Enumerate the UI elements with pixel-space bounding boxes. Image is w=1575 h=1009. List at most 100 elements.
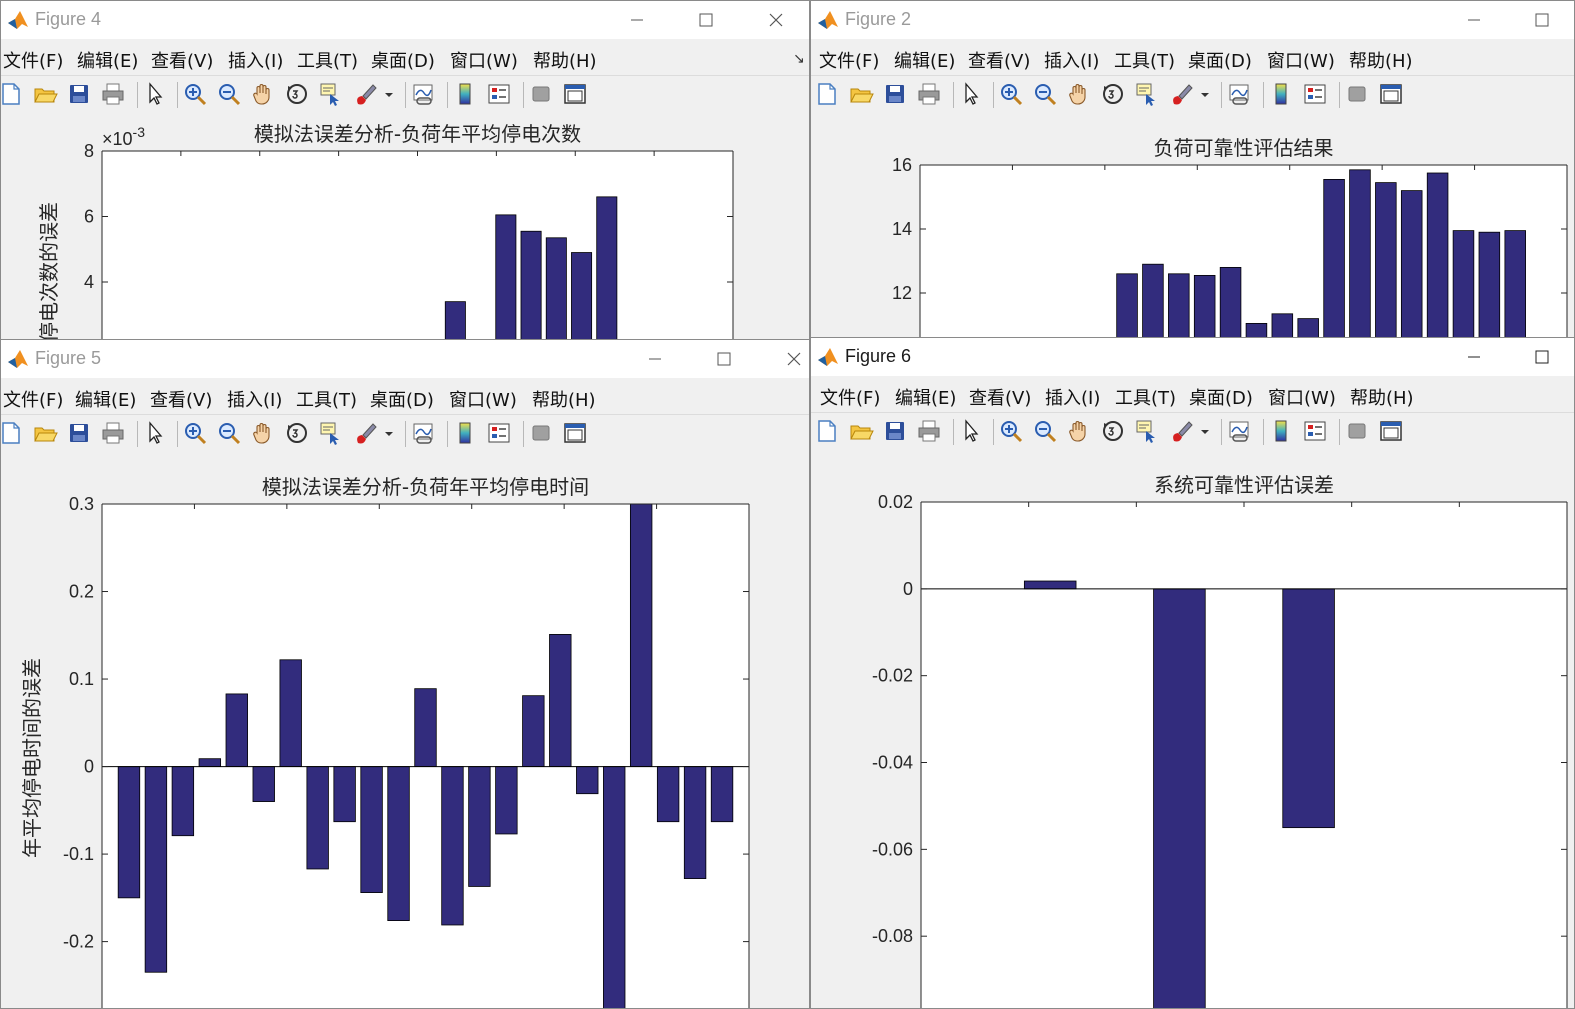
menu-file[interactable]: 文件(F)	[820, 384, 880, 410]
open-file-button[interactable]	[32, 81, 58, 107]
open-file-button[interactable]	[848, 418, 874, 444]
print-button[interactable]	[100, 81, 126, 107]
menu-window[interactable]: 窗口(W)	[1268, 384, 1336, 410]
colorbar-button[interactable]	[1268, 81, 1294, 107]
zoom-in-button[interactable]	[998, 81, 1024, 107]
menu-tools[interactable]: 工具(T)	[1114, 47, 1175, 73]
brush-dropdown-button[interactable]	[376, 81, 402, 107]
menu-edit[interactable]: 编辑(E)	[895, 384, 956, 410]
zoom-out-button[interactable]	[1032, 418, 1058, 444]
print-button[interactable]	[916, 81, 942, 107]
dock-arrow-icon[interactable]: ↘	[793, 51, 805, 67]
brush-dropdown-button[interactable]	[1192, 81, 1218, 107]
menu-window[interactable]: 窗口(W)	[1267, 47, 1335, 73]
legend-button[interactable]	[1302, 81, 1328, 107]
menu-insert[interactable]: 插入(I)	[1045, 384, 1100, 410]
figure-window-6[interactable]: Figure 6 文件(F) 编辑(E) 查看(V) 插入(I) 工具(T) 桌…	[810, 337, 1575, 1009]
close-button[interactable]	[756, 5, 796, 35]
menu-insert[interactable]: 插入(I)	[1044, 47, 1099, 73]
pan-hand-button[interactable]	[1066, 418, 1092, 444]
menu-window[interactable]: 窗口(W)	[450, 47, 518, 73]
figure-window-5[interactable]: Figure 5 文件(F) 编辑(E) 查看(V) 插入(I) 工具(T) 桌…	[0, 339, 810, 1009]
menu-tools[interactable]: 工具(T)	[1115, 384, 1176, 410]
brush-button[interactable]	[1168, 418, 1194, 444]
new-figure-button[interactable]	[1, 420, 24, 446]
hide-tools-button[interactable]	[1344, 418, 1370, 444]
zoom-in-button[interactable]	[182, 420, 208, 446]
dock-figure-button[interactable]	[1378, 81, 1404, 107]
print-button[interactable]	[100, 420, 126, 446]
colorbar-button[interactable]	[452, 420, 478, 446]
zoom-in-button[interactable]	[182, 81, 208, 107]
brush-dropdown-button[interactable]	[1192, 418, 1218, 444]
legend-button[interactable]	[1302, 418, 1328, 444]
menu-insert[interactable]: 插入(I)	[228, 47, 283, 73]
title-bar[interactable]: Figure 6	[811, 338, 1574, 376]
save-button[interactable]	[66, 420, 92, 446]
link-plot-button[interactable]	[410, 81, 436, 107]
pan-hand-button[interactable]	[250, 81, 276, 107]
menu-file[interactable]: 文件(F)	[3, 47, 63, 73]
dock-figure-button[interactable]	[562, 81, 588, 107]
colorbar-button[interactable]	[1268, 418, 1294, 444]
title-bar[interactable]: Figure 2	[811, 1, 1574, 39]
pointer-button[interactable]	[142, 81, 168, 107]
rotate-3d-button[interactable]	[1100, 81, 1126, 107]
open-file-button[interactable]	[848, 81, 874, 107]
menu-help[interactable]: 帮助(H)	[1350, 384, 1414, 410]
figure-window-2[interactable]: Figure 2 文件(F) 编辑(E) 查看(V) 插入(I) 工具(T) 桌…	[810, 0, 1575, 345]
brush-button[interactable]	[352, 81, 378, 107]
menu-edit[interactable]: 编辑(E)	[894, 47, 955, 73]
menu-window[interactable]: 窗口(W)	[449, 386, 517, 412]
rotate-3d-button[interactable]	[284, 420, 310, 446]
save-button[interactable]	[882, 418, 908, 444]
pointer-button[interactable]	[958, 418, 984, 444]
maximize-button[interactable]	[704, 344, 744, 374]
pan-hand-button[interactable]	[1066, 81, 1092, 107]
zoom-out-button[interactable]	[216, 81, 242, 107]
menu-view[interactable]: 查看(V)	[968, 47, 1030, 73]
zoom-out-button[interactable]	[216, 420, 242, 446]
menu-desktop[interactable]: 桌面(D)	[371, 47, 435, 73]
menu-tools[interactable]: 工具(T)	[296, 386, 357, 412]
menu-file[interactable]: 文件(F)	[3, 386, 63, 412]
maximize-button[interactable]	[1522, 5, 1562, 35]
maximize-button[interactable]	[686, 5, 726, 35]
hide-tools-button[interactable]	[528, 420, 554, 446]
menu-view[interactable]: 查看(V)	[150, 386, 212, 412]
new-figure-button[interactable]	[814, 81, 840, 107]
minimize-button[interactable]	[635, 344, 675, 374]
data-cursor-button[interactable]	[1134, 418, 1160, 444]
brush-button[interactable]	[1168, 81, 1194, 107]
new-figure-button[interactable]	[814, 418, 840, 444]
close-button[interactable]	[774, 344, 809, 374]
link-plot-button[interactable]	[1226, 418, 1252, 444]
maximize-button[interactable]	[1522, 342, 1562, 372]
menu-tools[interactable]: 工具(T)	[297, 47, 358, 73]
zoom-out-button[interactable]	[1032, 81, 1058, 107]
menu-help[interactable]: 帮助(H)	[533, 47, 597, 73]
menu-view[interactable]: 查看(V)	[969, 384, 1031, 410]
minimize-button[interactable]	[1454, 342, 1494, 372]
figure-window-4[interactable]: Figure 4 文件(F) 编辑(E) 查看(V) 插入(I) 工具(T) 桌…	[0, 0, 810, 345]
colorbar-button[interactable]	[452, 81, 478, 107]
dock-figure-button[interactable]	[1378, 418, 1404, 444]
data-cursor-button[interactable]	[318, 81, 344, 107]
title-bar[interactable]: Figure 5	[1, 340, 809, 378]
rotate-3d-button[interactable]	[1100, 418, 1126, 444]
rotate-3d-button[interactable]	[284, 81, 310, 107]
menu-desktop[interactable]: 桌面(D)	[1189, 384, 1253, 410]
minimize-button[interactable]	[617, 5, 657, 35]
data-cursor-button[interactable]	[318, 420, 344, 446]
menu-insert[interactable]: 插入(I)	[227, 386, 282, 412]
minimize-button[interactable]	[1454, 5, 1494, 35]
save-button[interactable]	[66, 81, 92, 107]
dock-figure-button[interactable]	[562, 420, 588, 446]
title-bar[interactable]: Figure 4	[1, 1, 809, 39]
legend-button[interactable]	[486, 81, 512, 107]
pan-hand-button[interactable]	[250, 420, 276, 446]
menu-view[interactable]: 查看(V)	[151, 47, 213, 73]
menu-desktop[interactable]: 桌面(D)	[370, 386, 434, 412]
legend-button[interactable]	[486, 420, 512, 446]
new-figure-button[interactable]	[1, 81, 24, 107]
